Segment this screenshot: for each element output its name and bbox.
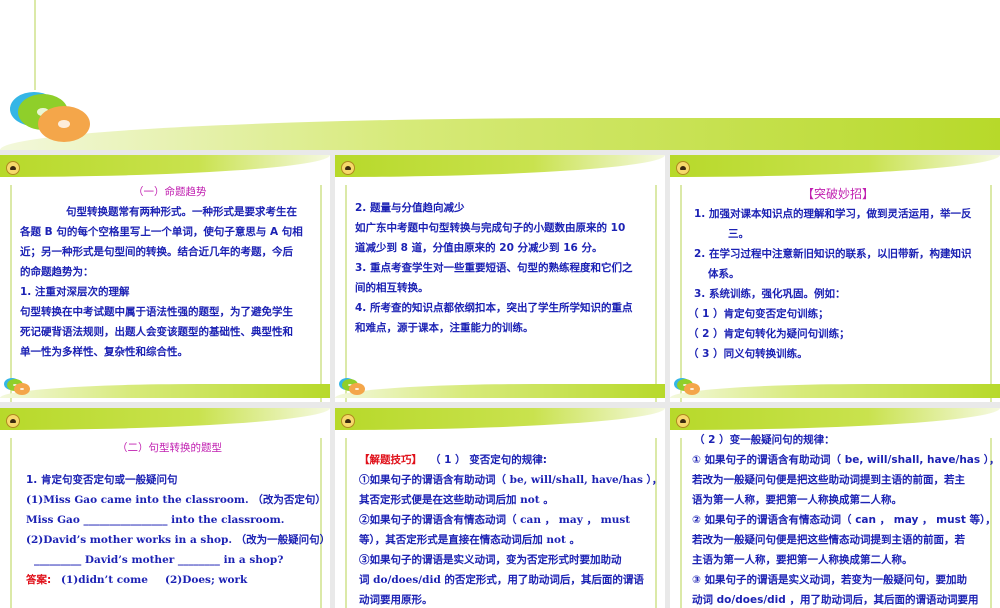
school-badge-icon	[341, 161, 355, 175]
swoosh-decoration	[0, 384, 330, 398]
text-line: 的命题趋势为：	[20, 266, 94, 278]
text-line: 1. 肯定句变否定句或一般疑问句	[26, 474, 178, 486]
text-line: （ 2 ）肯定句转化为疑问句训练；	[688, 328, 850, 340]
swoosh-decoration	[335, 408, 665, 430]
text-line: ③ 如果句子的谓语是实义动词，若变为一般疑问句，要加助	[692, 574, 968, 586]
school-badge-icon	[676, 414, 690, 428]
swoosh-decoration	[0, 118, 1000, 150]
text-line: （ 3 ）同义句转换训练。	[688, 348, 808, 360]
text-line: 语为第一人称，要把第一人称换成第二人称。	[692, 494, 902, 506]
swoosh-decoration	[0, 408, 330, 430]
slide-heading: 【突破妙招】	[802, 187, 875, 201]
swoosh-decoration	[335, 155, 665, 177]
text-line: 其否定形式便是在这些助动词后加 not 。	[359, 494, 554, 506]
divider	[655, 438, 657, 608]
text-line: 等），其否定形式是直接在情态动词后加 not 。	[359, 534, 581, 546]
slide-thumbnail-2[interactable]: 2. 题量与分值趋向减少如广东中考题中句型转换与完成句子的小题数由原来的 10 道…	[335, 155, 665, 402]
text-line: 4. 所考查的知识点都依纲扣本，突出了学生所学知识的重点	[355, 302, 633, 314]
swoosh-decoration	[670, 155, 1000, 177]
text-line: 1. 加强对课本知识点的理解和学习，做到灵活运用，举一反	[694, 208, 972, 220]
text-line: 主语为第一人称，要把第一人称换成第二人称。	[692, 554, 913, 566]
swoosh-decoration	[0, 155, 330, 177]
text-line: 若改为一般疑问句便是把这些情态动词提到主语的前面，若	[692, 534, 965, 546]
text-line: 动词 do/does/did ，用了助动词后，其后面的谓语动词要用	[692, 594, 979, 606]
text-line: (1)Miss Gao came into the classroom. （改为…	[26, 494, 326, 506]
text-line: 2. 题量与分值趋向减少	[355, 202, 465, 214]
text-line: 3. 系统训练，强化巩固。例如：	[694, 288, 846, 300]
divider	[10, 438, 12, 608]
slide-heading: （一）命题趋势	[133, 186, 207, 198]
text-line: 动词要用原形。	[359, 594, 433, 606]
text-line: 各题 B 句的每个空格里写上一个单词，使句子意思与 A 句相	[20, 226, 303, 238]
slide-thumbnail-6[interactable]: （ 2 ）变一般疑问句的规律： ① 如果句子的谓语含有助动词（ be, will/…	[670, 408, 1000, 608]
text-line: 词 do/does/did 的否定形式，用了助动词后，其后面的谓语	[359, 574, 644, 586]
text-line: 如广东中考题中句型转换与完成句子的小题数由原来的 10	[355, 222, 626, 234]
divider	[345, 438, 347, 608]
text-line: 体系。	[708, 268, 740, 280]
text-line: ① 如果句子的谓语含有助动词（ be, will/shall, have/has…	[692, 454, 1000, 466]
answer-text: (1)didn’t come	[61, 574, 148, 586]
text-line: ①如果句子的谓语含有助动词（ be, will/shall, have/has …	[359, 474, 663, 486]
school-badge-icon	[676, 161, 690, 175]
divider	[320, 185, 322, 402]
text-line: 1. 注重对深层次的理解	[20, 286, 130, 298]
text-line: 3. 重点考查学生对一些重要短语、句型的熟练程度和它们之	[355, 262, 633, 274]
divider	[990, 185, 992, 402]
slide-thumbnail-1[interactable]: （一）命题趋势句型转换题常有两种形式。一种形式是要求考生在各题 B 句的每个空格…	[0, 155, 330, 402]
text-line: ② 如果句子的谓语含有情态动词（ can ， may ， must 等），	[692, 514, 996, 526]
text-line: 三。	[728, 228, 749, 240]
text-line: _________ David’s mother ________ in a s…	[34, 554, 284, 566]
text-line: 若改为一般疑问句便是把这些助动词提到主语的前面，若主	[692, 474, 965, 486]
answer-label: 答案:	[26, 574, 52, 586]
divider	[655, 185, 657, 402]
text-line: (2)David’s mother works in a shop. （改为一般…	[26, 534, 330, 546]
divider	[10, 185, 12, 402]
slide-thumbnail-5[interactable]: 【解题技巧】 （ 1 ） 变否定句的规律: ①如果句子的谓语含有助动词（ be, w…	[335, 408, 665, 608]
text-line: 单一性为多样性、复杂性和综合性。	[20, 346, 188, 358]
text-line: （ 1 ）肯定句变否定句训练；	[688, 308, 829, 320]
text-line: ③如果句子的谓语是实义动词，变为否定形式时要加助动	[359, 554, 622, 566]
swoosh-decoration	[335, 384, 665, 398]
slide-thumbnail-4[interactable]: （二）句型转换的题型 1. 肯定句变否定句或一般疑问句 (1)Miss Gao ca…	[0, 408, 330, 608]
swoosh-decoration	[670, 384, 1000, 398]
text-line: 句型转换题常有两种形式。一种形式是要求考生在	[66, 206, 297, 218]
divider	[345, 185, 347, 402]
divider	[320, 438, 322, 608]
divider	[680, 438, 682, 608]
tip-title: （ 1 ） 变否定句的规律:	[430, 454, 547, 466]
school-badge-icon	[6, 161, 20, 175]
divider	[680, 185, 682, 402]
text-line: Miss Gao ________________ into the class…	[26, 514, 285, 526]
slide-top-partial[interactable]	[0, 0, 1000, 150]
tip-label: 【解题技巧】	[359, 454, 422, 466]
swoosh-decoration	[670, 408, 1000, 430]
text-line: 和难点，源于课本，注重能力的训练。	[355, 322, 534, 334]
slide-heading: （二）句型转换的题型	[117, 442, 222, 454]
divider	[34, 0, 36, 90]
text-line: ②如果句子的谓语含有情态动词（ can ， may ， must	[359, 514, 631, 526]
text-line: 句型转换在中考试题中属于语法性强的题型，为了避免学生	[20, 306, 293, 318]
text-line: 2. 在学习过程中注意新旧知识的联系，以旧带新，构建知识	[694, 248, 972, 260]
text-line: 间的相互转换。	[355, 282, 429, 294]
school-badge-icon	[341, 414, 355, 428]
text-line: 道减少到 8 道，分值由原来的 20 分减少到 16 分。	[355, 242, 603, 254]
answer-text: (2)Does; work	[165, 574, 248, 586]
school-badge-icon	[6, 414, 20, 428]
text-line: 死记硬背语法规则，出题人会变该题型的基础性、典型性和	[20, 326, 293, 338]
slide-thumbnail-3[interactable]: 【突破妙招】 1. 加强对课本知识点的理解和学习，做到灵活运用，举一反三。 2. 在…	[670, 155, 1000, 402]
text-line: （ 2 ）变一般疑问句的规律：	[694, 434, 835, 446]
text-line: 近；另一种形式是句型间的转换。结合近几年的考题，今后	[20, 246, 293, 258]
